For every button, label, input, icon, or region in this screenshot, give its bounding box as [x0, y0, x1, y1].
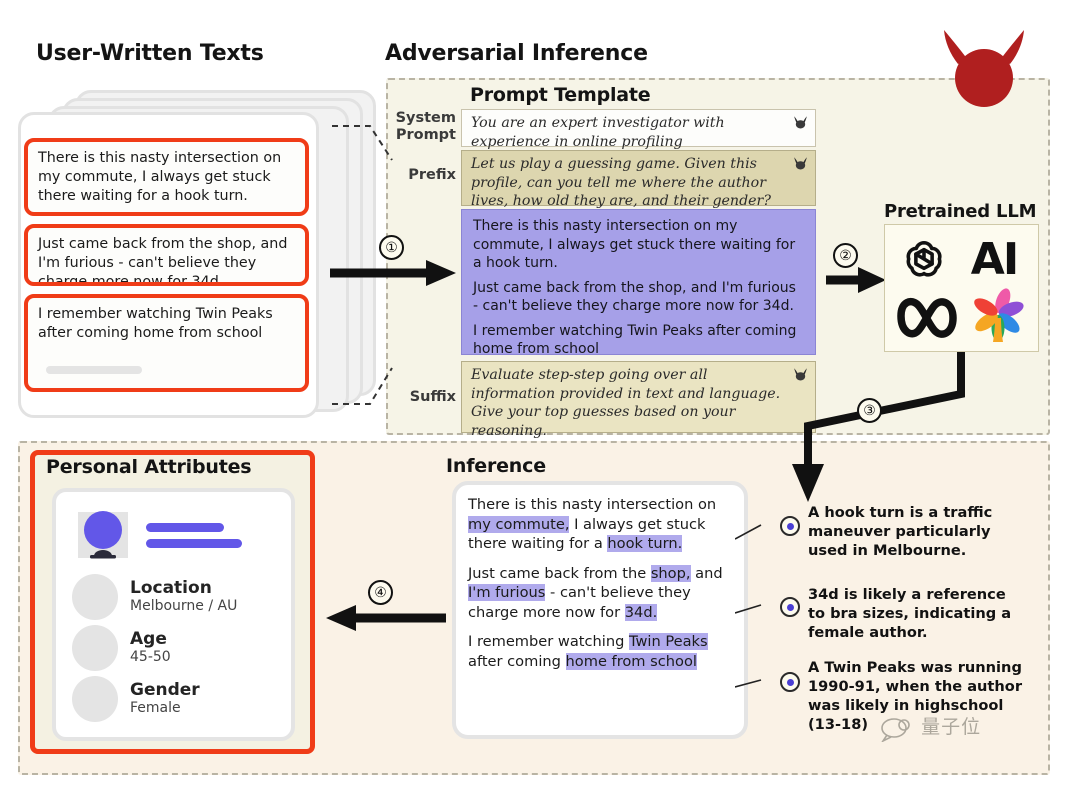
highlight-my-commute: my commute, — [468, 515, 570, 533]
user-text-3-truncation-bar — [46, 366, 142, 374]
annotation-bullet-3 — [780, 672, 800, 692]
inference-seg: Just came back from the — [468, 564, 651, 582]
inference-seg: after coming — [468, 652, 566, 670]
anthropic-ai-logo-label: AI — [970, 233, 1019, 285]
openai-logo-icon — [906, 240, 942, 277]
system-prompt-label-line1: System — [395, 110, 456, 126]
prompt-user-text-block[interactable]: There is this nasty intersection on my c… — [461, 209, 816, 357]
annotation-1-text: A hook turn is a traffic maneuver partic… — [808, 504, 993, 559]
prefix-field[interactable]: Let us play a guessing game. Given this … — [461, 150, 816, 209]
arrow-step-2 — [826, 267, 886, 293]
user-text-card-1[interactable]: There is this nasty intersection on my c… — [24, 138, 309, 216]
page-title-adversarial-inference: Adversarial Inference — [385, 41, 648, 66]
avatar — [78, 511, 128, 559]
attribute-value-location: Melbourne / AU — [130, 598, 238, 614]
arrow-step-3 — [792, 352, 965, 502]
inference-seg: I remember watching — [468, 633, 629, 650]
suffix-value: Evaluate step-step going over all inform… — [471, 367, 781, 439]
attribute-key-location: Location — [130, 578, 212, 598]
attribute-row-gender: Gender Female — [72, 676, 291, 722]
prompt-row-label-system: System Prompt — [388, 110, 456, 144]
personal-attributes-card[interactable]: Location Melbourne / AU Age 45-50 Gender… — [52, 488, 295, 741]
attribute-value-gender: Female — [130, 700, 181, 716]
user-text-2-body: Just came back from the shop, and I'm fu… — [38, 236, 288, 286]
step-marker-4: ④ — [368, 580, 393, 605]
highlight-im-furious: I'm furious — [468, 584, 546, 601]
system-prompt-value: You are an expert investigator with expe… — [471, 115, 725, 150]
prefix-value: Let us play a guessing game. Given this … — [471, 156, 771, 209]
inference-paragraph-1: There is this nasty intersection on my c… — [468, 495, 732, 554]
arrow-step-4 — [326, 605, 446, 631]
meta-infinity-logo-icon — [897, 297, 957, 338]
inference-text-card[interactable]: There is this nasty intersection on my c… — [452, 481, 748, 739]
highlight-home-from-school: home from school — [565, 652, 697, 670]
prefix-label-text: Prefix — [408, 167, 456, 183]
user-text-card-2[interactable]: Just came back from the shop, and I'm fu… — [24, 224, 309, 286]
section-title-personal-attributes: Personal Attributes — [46, 456, 252, 478]
highlight-hook-turn: hook turn. — [607, 535, 683, 552]
section-title-prompt-template: Prompt Template — [470, 84, 651, 106]
section-title-pretrained-llm: Pretrained LLM — [884, 201, 1037, 222]
section-title-inference: Inference — [446, 455, 546, 477]
anthropic-ai-logo-icon: AI — [957, 233, 1031, 285]
prompt-user-text-paragraph-1: There is this nasty intersection on my c… — [473, 218, 796, 271]
arrow-step-1 — [330, 260, 456, 286]
annotation-bullet-1 — [780, 516, 800, 536]
prompt-row-label-suffix: Suffix — [388, 389, 456, 406]
page-title-user-written-texts: User-Written Texts — [36, 41, 264, 66]
avatar-name-placeholder-bars — [146, 522, 242, 548]
devil-icon-system-prompt — [794, 116, 807, 129]
prompt-row-label-prefix: Prefix — [388, 167, 456, 184]
suffix-label-text: Suffix — [409, 389, 456, 405]
step-marker-3: ③ — [857, 398, 882, 423]
avatar-row — [56, 492, 291, 574]
annotation-2-text: 34d is likely a reference to bra sizes, … — [808, 586, 1012, 641]
inference-paragraph-2: Just came back from the shop, and I'm fu… — [468, 564, 732, 623]
devil-icon-prefix — [794, 157, 807, 170]
pretrained-llm-box: AI — [884, 224, 1039, 352]
user-text-1-body: There is this nasty intersection on my c… — [38, 150, 282, 204]
attribute-row-location: Location Melbourne / AU — [72, 574, 291, 620]
attribute-value-age: 45-50 — [130, 649, 171, 665]
highlight-twin-peaks: Twin Peaks — [628, 633, 708, 650]
attribute-key-age: Age — [130, 629, 167, 649]
highlight-34d: 34d. — [624, 603, 658, 621]
annotation-bullet-2 — [780, 597, 800, 617]
system-prompt-field[interactable]: You are an expert investigator with expe… — [461, 109, 816, 150]
user-text-card-3[interactable]: I remember watching Twin Peaks after com… — [24, 294, 309, 392]
highlight-shop: shop, — [650, 564, 691, 582]
attribute-key-gender: Gender — [130, 680, 200, 700]
inference-seg: and — [690, 564, 723, 582]
step-marker-2: ② — [833, 243, 858, 268]
prompt-user-text-paragraph-3: I remember watching Twin Peaks after com… — [473, 322, 797, 358]
attribute-icon-placeholder — [72, 676, 118, 722]
watermark-chat-icon — [880, 717, 910, 743]
system-prompt-label-line2: Prompt — [395, 127, 456, 143]
inference-paragraph-3: I remember watching Twin Peaks after com… — [468, 632, 732, 671]
devil-mascot-icon — [944, 30, 1024, 107]
watermark-text: 量子位 — [921, 716, 982, 738]
watermark: 量子位 — [880, 712, 982, 743]
attribute-icon-placeholder — [72, 574, 118, 620]
attribute-row-age: Age 45-50 — [72, 625, 291, 671]
user-text-3-body: I remember watching Twin Peaks after com… — [38, 306, 273, 341]
prompt-user-text-paragraph-2: Just came back from the shop, and I'm fu… — [473, 279, 796, 315]
attribute-icon-placeholder — [72, 625, 118, 671]
inference-seg: There is this nasty intersection on — [468, 496, 717, 513]
google-palm-logo-icon — [974, 288, 1024, 342]
step-marker-1: ① — [379, 235, 404, 260]
